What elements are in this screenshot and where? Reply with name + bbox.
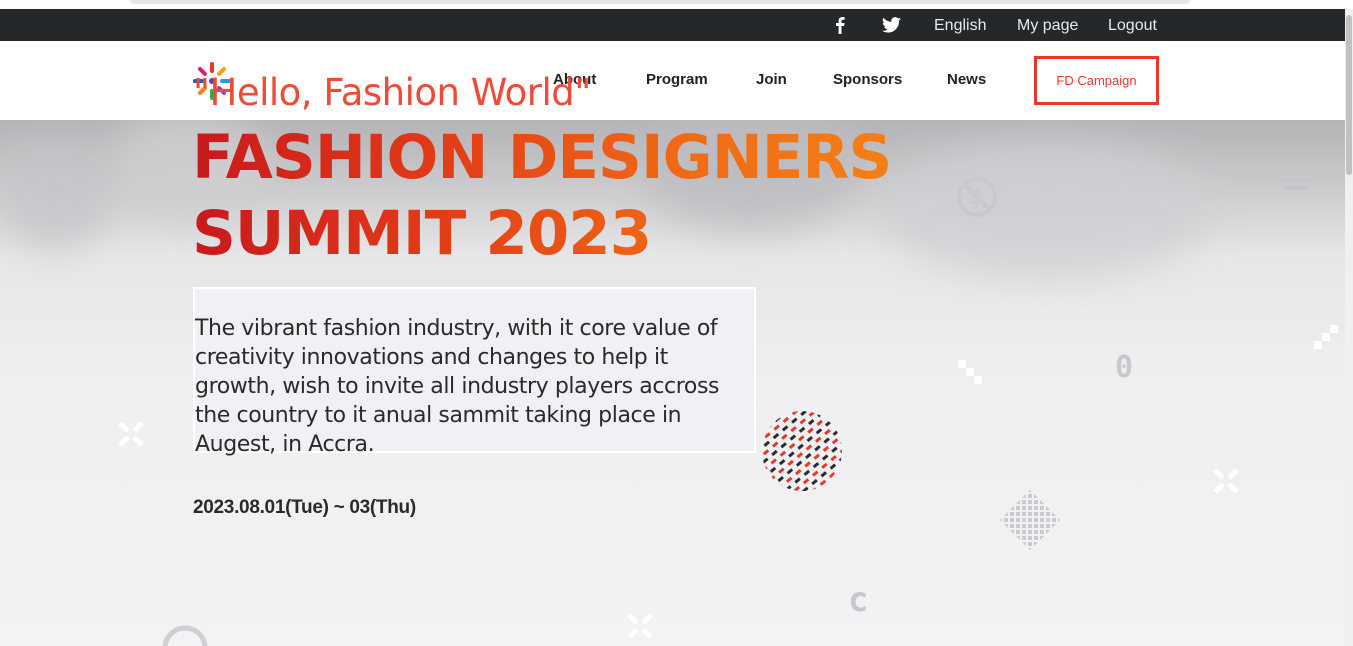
nav-join[interactable]: Join	[756, 71, 787, 88]
fd-campaign-button[interactable]: FD Campaign	[1034, 56, 1159, 105]
zero-glyph-icon: 0	[1115, 350, 1134, 385]
hero-background-shape	[0, 140, 110, 250]
cross-icon	[118, 421, 144, 447]
hero-tagline: "Hello, Fashion World"	[193, 71, 591, 114]
scrollbar-thumb[interactable]	[1346, 15, 1352, 175]
pixel-stairs-icon	[958, 360, 982, 384]
nav-program[interactable]: Program	[646, 71, 708, 88]
utility-bar: English My page Logout	[0, 9, 1345, 41]
logout-link[interactable]: Logout	[1108, 9, 1157, 41]
event-date: 2023.08.01(Tue) ~ 03(Thu)	[193, 497, 416, 518]
hero-title-line-2: SUMMIT 2023	[192, 198, 652, 269]
cross-icon	[627, 613, 653, 639]
top-strip-fragment	[130, 0, 1190, 4]
nav-news[interactable]: News	[947, 71, 986, 88]
nav-sponsors[interactable]: Sponsors	[833, 71, 902, 88]
diamond-grid-icon	[1000, 490, 1060, 550]
language-link[interactable]: English	[934, 9, 986, 41]
hero-title-line-1: FASHION DESIGNERS	[192, 122, 892, 193]
menu-lines-icon	[1284, 178, 1308, 182]
cross-icon	[1213, 468, 1239, 494]
facebook-icon[interactable]	[835, 16, 845, 34]
page-scrollbar[interactable]	[1345, 9, 1353, 646]
hero-title: FASHION DESIGNERS SUMMIT 2023	[192, 120, 891, 272]
hero-description: The vibrant fashion industry, with it co…	[195, 316, 720, 457]
my-page-link[interactable]: My page	[1017, 9, 1078, 41]
hero-background-shape	[880, 140, 1210, 280]
dotted-circle-pattern-icon	[762, 411, 842, 491]
browser-top-strip	[0, 0, 1353, 9]
letter-c-glyph-icon: c	[848, 580, 869, 620]
no-currency-icon: $	[957, 177, 997, 217]
pixel-stairs-icon	[1314, 325, 1338, 349]
partial-circle-icon	[162, 625, 208, 646]
twitter-icon[interactable]	[882, 17, 901, 33]
